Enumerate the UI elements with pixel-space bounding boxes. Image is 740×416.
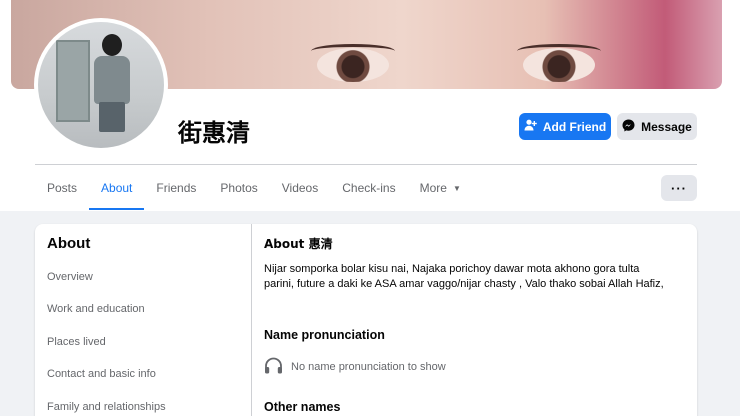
name-pronunciation-title: Name pronunciation — [264, 328, 385, 342]
tab-label: Check-ins — [342, 181, 396, 195]
tab-about[interactable]: About — [89, 166, 145, 210]
about-section-title: About 惠清 — [264, 237, 333, 251]
cover-decoration — [523, 48, 595, 82]
caret-down-icon: ▼ — [452, 183, 461, 193]
cover-decoration — [317, 48, 389, 82]
tab-label: Posts — [47, 181, 78, 195]
sidebar-item-work-education[interactable]: Work and education — [47, 303, 145, 315]
bio-text: Nijar somporka bolar kisu nai, Najaka po… — [264, 263, 664, 290]
name-pronunciation-row: No name pronunciation to show — [264, 357, 446, 377]
more-options-button[interactable]: ··· — [661, 175, 697, 201]
header-divider — [35, 164, 697, 165]
other-names-title: Other names — [264, 400, 341, 414]
messenger-icon — [622, 119, 635, 135]
avatar-person — [90, 34, 132, 134]
add-friend-button[interactable]: Add Friend — [519, 113, 611, 140]
profile-tabs: Posts About Friends Photos Videos Check-… — [35, 166, 473, 210]
sidebar-item-places-lived[interactable]: Places lived — [47, 336, 106, 348]
no-pronunciation-text: No name pronunciation to show — [291, 361, 446, 373]
message-label: Message — [641, 119, 692, 134]
sidebar-item-overview[interactable]: Overview — [47, 271, 93, 283]
tab-label: More — [419, 181, 447, 195]
tab-more[interactable]: More ▼ — [408, 166, 473, 210]
headphones-icon — [264, 357, 283, 377]
tab-photos[interactable]: Photos — [208, 166, 269, 210]
card-divider — [251, 224, 252, 416]
tab-videos[interactable]: Videos — [270, 166, 330, 210]
profile-avatar[interactable] — [34, 18, 168, 152]
sidebar-item-family-relationships[interactable]: Family and relationships — [47, 401, 166, 413]
tab-label: Friends — [156, 181, 197, 195]
tab-label: Videos — [281, 181, 319, 195]
add-user-icon — [524, 119, 537, 134]
profile-photo — [38, 22, 164, 148]
tab-label: Photos — [220, 181, 258, 195]
tab-posts[interactable]: Posts — [35, 166, 89, 210]
message-button[interactable]: Message — [617, 113, 697, 140]
tab-friends[interactable]: Friends — [144, 166, 208, 210]
profile-name: 街惠清 — [178, 119, 250, 147]
about-sidebar-title: About — [47, 235, 91, 252]
sidebar-item-contact-info[interactable]: Contact and basic info — [47, 368, 156, 380]
avatar-decoration — [56, 40, 90, 122]
tab-label: About — [101, 181, 133, 195]
ellipsis-icon: ··· — [671, 180, 687, 196]
add-friend-label: Add Friend — [542, 119, 607, 134]
about-card: About Overview Work and education Places… — [35, 224, 697, 416]
tab-check-ins[interactable]: Check-ins — [330, 166, 407, 210]
